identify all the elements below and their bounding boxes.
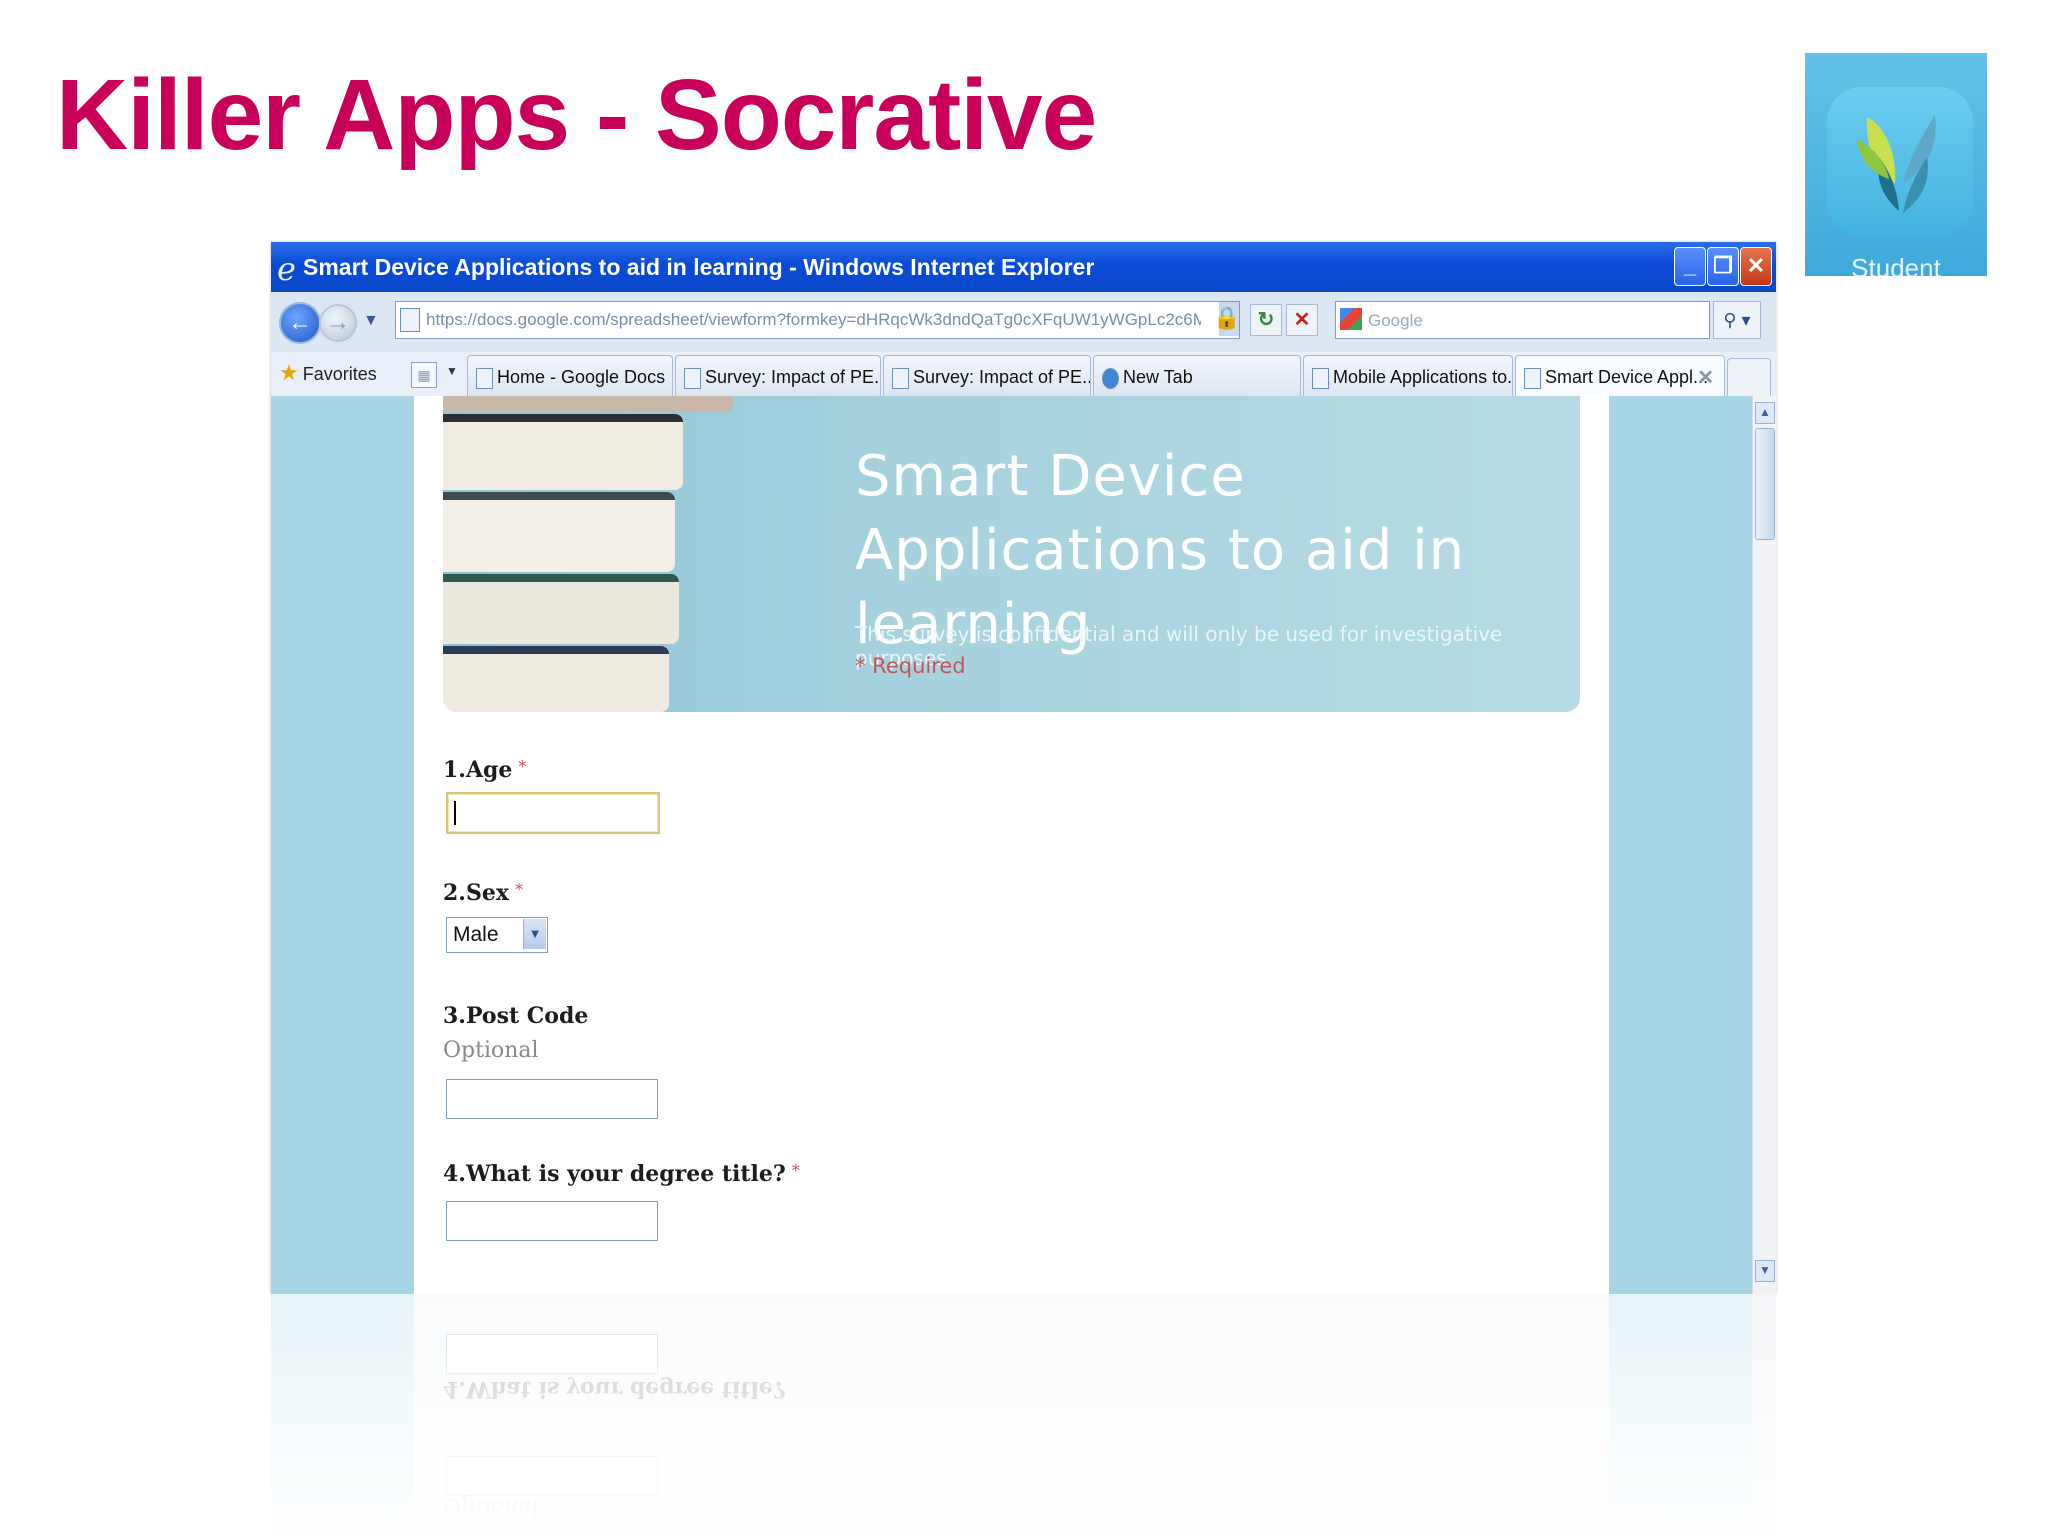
favorites-label: Favorites — [302, 364, 377, 384]
tab-survey-2[interactable]: Survey: Impact of PE... — [883, 355, 1091, 397]
ie-logo-icon — [1102, 368, 1119, 389]
logo-caption: Student — [1851, 253, 1941, 276]
close-tab-icon[interactable]: ✕ — [1697, 365, 1714, 390]
search-icon[interactable]: ⚲ ▾ — [1713, 301, 1761, 339]
recent-pages-dropdown[interactable]: ▼ — [363, 312, 379, 330]
question-degree-title-label: 4.What is your degree title? * — [443, 1161, 800, 1187]
vertical-scrollbar[interactable]: ▲ ▼ — [1752, 396, 1776, 1294]
tab-survey-1[interactable]: Survey: Impact of PE... — [675, 355, 881, 397]
tab-home-google-docs[interactable]: Home - Google Docs — [467, 355, 673, 397]
post-code-help-text: Optional — [443, 1038, 539, 1063]
navigation-bar: ← → ▼ https://docs.google.com/spreadshee… — [271, 292, 1776, 353]
browser-window: e Smart Device Applications to aid in le… — [271, 242, 1776, 1294]
question-age-label: 1.Age * — [443, 757, 527, 783]
slide-title: Killer Apps - Socrative — [56, 59, 1097, 171]
required-asterisk: * — [514, 880, 523, 899]
new-tab-button[interactable] — [1727, 358, 1771, 398]
scroll-down-icon[interactable]: ▼ — [1755, 1260, 1775, 1282]
question-sex-label: 2.Sex * — [443, 880, 523, 906]
refresh-icon[interactable]: ↻ — [1250, 304, 1282, 336]
text-caret — [454, 801, 456, 825]
tab-label: Survey: Impact of PE... — [705, 367, 881, 387]
close-window-button[interactable]: ✕ — [1740, 247, 1772, 286]
scroll-up-icon[interactable]: ▲ — [1755, 402, 1775, 424]
age-input[interactable] — [446, 792, 660, 834]
quick-tabs-icon[interactable]: ▦ — [411, 362, 437, 388]
google-icon — [1340, 308, 1362, 330]
page-icon — [400, 308, 420, 332]
favorites-bar: ★ Favorites ▦ ▼ Home - Google Docs Survey… — [271, 352, 1776, 398]
favorites-button[interactable]: ★ Favorites — [279, 360, 377, 386]
restore-button[interactable]: ❐ — [1707, 247, 1739, 286]
back-arrow-icon[interactable]: ← — [279, 302, 321, 344]
degree-title-input[interactable] — [446, 1201, 658, 1241]
ie-logo-icon: e — [277, 250, 296, 288]
address-url: https://docs.google.com/spreadsheet/view… — [426, 310, 1201, 329]
search-placeholder: Google — [1368, 311, 1423, 330]
page-icon — [476, 368, 493, 389]
page-icon — [892, 368, 909, 389]
tab-label: Home - Google Docs — [497, 367, 666, 387]
sex-select[interactable]: Male ▼ — [446, 917, 548, 953]
tab-new-tab[interactable]: New Tab — [1093, 355, 1301, 397]
lock-icon[interactable]: 🔒 — [1213, 305, 1240, 333]
required-note: * Required — [855, 654, 966, 678]
page-icon — [684, 368, 701, 389]
tab-list-dropdown[interactable]: ▼ — [446, 364, 458, 378]
tab-smart-device[interactable]: Smart Device Appl... ✕ — [1515, 355, 1725, 397]
address-bar[interactable]: https://docs.google.com/spreadsheet/view… — [395, 301, 1240, 339]
tab-label: New Tab — [1123, 367, 1193, 387]
screenshot-reflection: 4.What is your degree title? Optional — [271, 1294, 1776, 1536]
books-illustration — [443, 396, 738, 712]
window-title: Smart Device Applications to aid in lear… — [303, 254, 1095, 280]
page-icon — [1524, 368, 1541, 389]
dropdown-arrow-icon[interactable]: ▼ — [523, 919, 546, 949]
tab-mobile-applications[interactable]: Mobile Applications to... — [1303, 355, 1513, 397]
question-post-code-label: 3.Post Code — [443, 1003, 589, 1029]
favorites-star-icon: ★ — [279, 360, 299, 385]
forward-arrow-icon[interactable]: → — [319, 304, 357, 342]
socrative-student-logo: Student — [1805, 53, 1987, 276]
form-header-banner: Smart Device Applications to aid in lear… — [443, 396, 1580, 712]
tab-label: Smart Device Appl... — [1545, 367, 1709, 387]
app-icon-tile — [1827, 87, 1973, 235]
page-icon — [1312, 368, 1329, 389]
window-titlebar[interactable]: e Smart Device Applications to aid in le… — [271, 242, 1776, 292]
minimize-button[interactable]: _ — [1674, 247, 1706, 286]
form-page: Smart Device Applications to aid in lear… — [414, 396, 1609, 1294]
sex-selected-value: Male — [453, 923, 499, 946]
page-viewport: Smart Device Applications to aid in lear… — [271, 396, 1752, 1294]
required-asterisk: * — [791, 1161, 800, 1180]
search-input[interactable]: Google — [1335, 301, 1710, 339]
post-code-input[interactable] — [446, 1079, 658, 1119]
stop-icon[interactable]: ✕ — [1286, 304, 1318, 336]
tab-label: Mobile Applications to... — [1333, 367, 1513, 387]
tab-label: Survey: Impact of PE... — [913, 367, 1091, 387]
leaf-icon — [1857, 115, 1936, 213]
scrollbar-thumb[interactable] — [1755, 428, 1775, 540]
required-asterisk: * — [518, 757, 527, 776]
